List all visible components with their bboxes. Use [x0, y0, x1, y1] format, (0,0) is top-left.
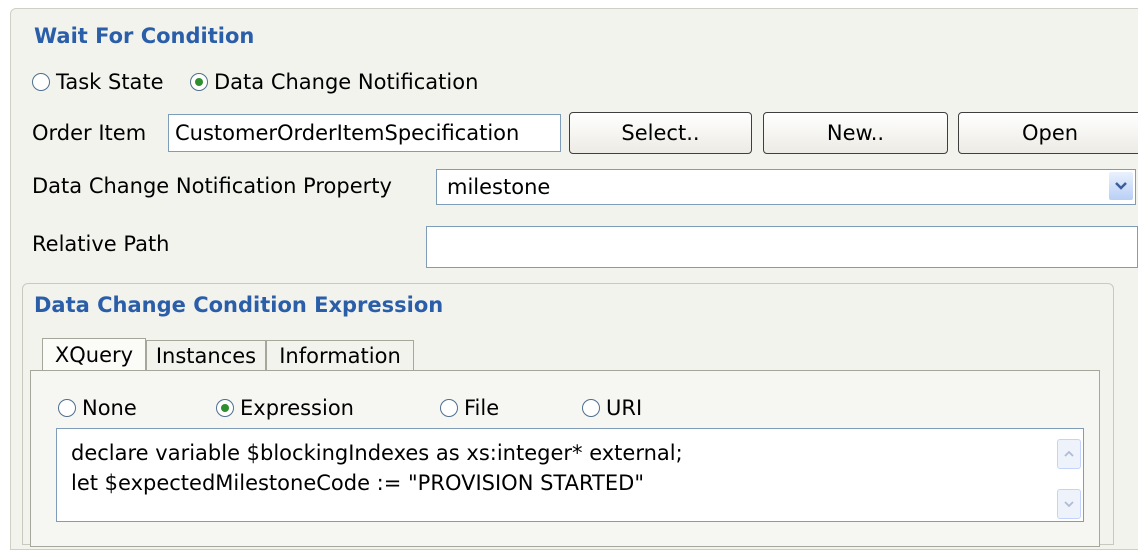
tab-instances[interactable]: Instances — [146, 340, 266, 370]
select-button[interactable]: Select.. — [569, 112, 752, 154]
order-item-field[interactable]: CustomerOrderItemSpecification — [168, 114, 561, 152]
new-button-label: New.. — [826, 121, 885, 145]
property-value: milestone — [447, 175, 551, 199]
radio-indicator-selected — [216, 399, 234, 417]
scroll-down-icon[interactable] — [1057, 489, 1081, 519]
radio-label: URI — [606, 396, 643, 420]
order-item-value: CustomerOrderItemSpecification — [175, 121, 520, 145]
tab-information[interactable]: Information — [266, 340, 414, 370]
relative-path-label: Relative Path — [32, 232, 170, 256]
radio-data-change-notification[interactable]: Data Change Notification — [190, 70, 478, 94]
tab-label: Information — [279, 343, 401, 368]
property-label: Data Change Notification Property — [32, 174, 392, 198]
order-item-label: Order Item — [32, 121, 147, 145]
code-line: let $expectedMilestoneCode := "PROVISION… — [71, 471, 644, 495]
radio-none[interactable]: None — [58, 396, 137, 420]
vertical-scrollbar[interactable] — [1057, 431, 1081, 519]
scroll-up-icon[interactable] — [1057, 439, 1081, 469]
chevron-down-icon[interactable] — [1109, 172, 1133, 200]
tab-xquery[interactable]: XQuery — [42, 338, 146, 370]
radio-uri[interactable]: URI — [582, 396, 642, 420]
radio-expression[interactable]: Expression — [216, 396, 354, 420]
radio-task-state[interactable]: Task State — [32, 70, 164, 94]
radio-label: Expression — [240, 396, 354, 420]
radio-label: None — [82, 396, 137, 420]
radio-label: File — [464, 396, 500, 420]
radio-label: Task State — [56, 70, 164, 94]
expression-editor[interactable]: declare variable $blockingIndexes as xs:… — [56, 428, 1084, 522]
property-dropdown[interactable]: milestone — [436, 169, 1136, 205]
new-button[interactable]: New.. — [763, 112, 948, 154]
radio-indicator — [582, 399, 600, 417]
radio-file[interactable]: File — [440, 396, 499, 420]
tab-label: Instances — [155, 343, 257, 368]
radio-label: Data Change Notification — [214, 70, 479, 94]
radio-indicator — [58, 399, 76, 417]
tab-label: XQuery — [54, 342, 134, 367]
open-button[interactable]: Open — [958, 112, 1138, 154]
radio-indicator — [440, 399, 458, 417]
radio-indicator-selected — [190, 73, 208, 91]
radio-indicator — [32, 73, 50, 91]
section-title-wait-for-condition: Wait For Condition — [34, 24, 255, 48]
relative-path-field[interactable] — [426, 226, 1138, 268]
select-button-label: Select.. — [621, 121, 700, 145]
open-button-label: Open — [1021, 121, 1079, 145]
code-line: declare variable $blockingIndexes as xs:… — [71, 441, 683, 465]
section-title-expression: Data Change Condition Expression — [34, 293, 444, 317]
